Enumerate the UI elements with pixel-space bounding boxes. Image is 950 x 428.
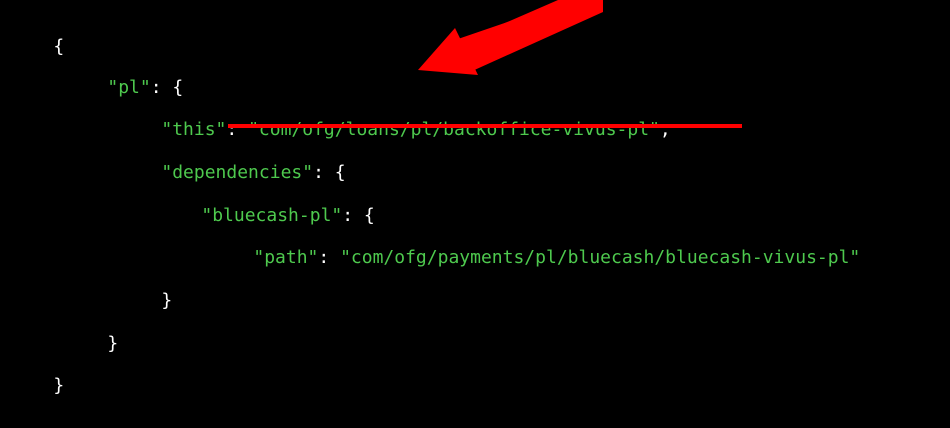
path-key: "path" [253, 247, 319, 268]
pl-close-brace: } [107, 333, 119, 354]
code-line-2: "pl": { [64, 46, 183, 98]
bluecash-close-brace: } [161, 290, 173, 311]
code-line-8: } [64, 302, 118, 354]
code-line-1: { [10, 5, 64, 57]
root-close-brace: } [53, 375, 65, 396]
code-line-3: "this": "com/ofg/loans/pl/backoffice-viv… [118, 88, 670, 140]
code-line-6: "path": "com/ofg/payments/pl/bluecash/bl… [210, 216, 860, 268]
path-value: "com/ofg/payments/pl/bluecash/bluecash-v… [340, 247, 861, 268]
json-code-view: { "pl": { "this": "com/ofg/loans/pl/back… [0, 0, 950, 396]
code-line-9: } [10, 344, 64, 396]
root-open-brace: { [53, 36, 65, 57]
code-line-7: } [118, 259, 172, 311]
path-colon: : [318, 247, 341, 268]
code-line-4: "dependencies": { [118, 131, 345, 183]
this-comma: , [659, 119, 671, 140]
code-line-5: "bluecash-pl": { [158, 174, 374, 226]
